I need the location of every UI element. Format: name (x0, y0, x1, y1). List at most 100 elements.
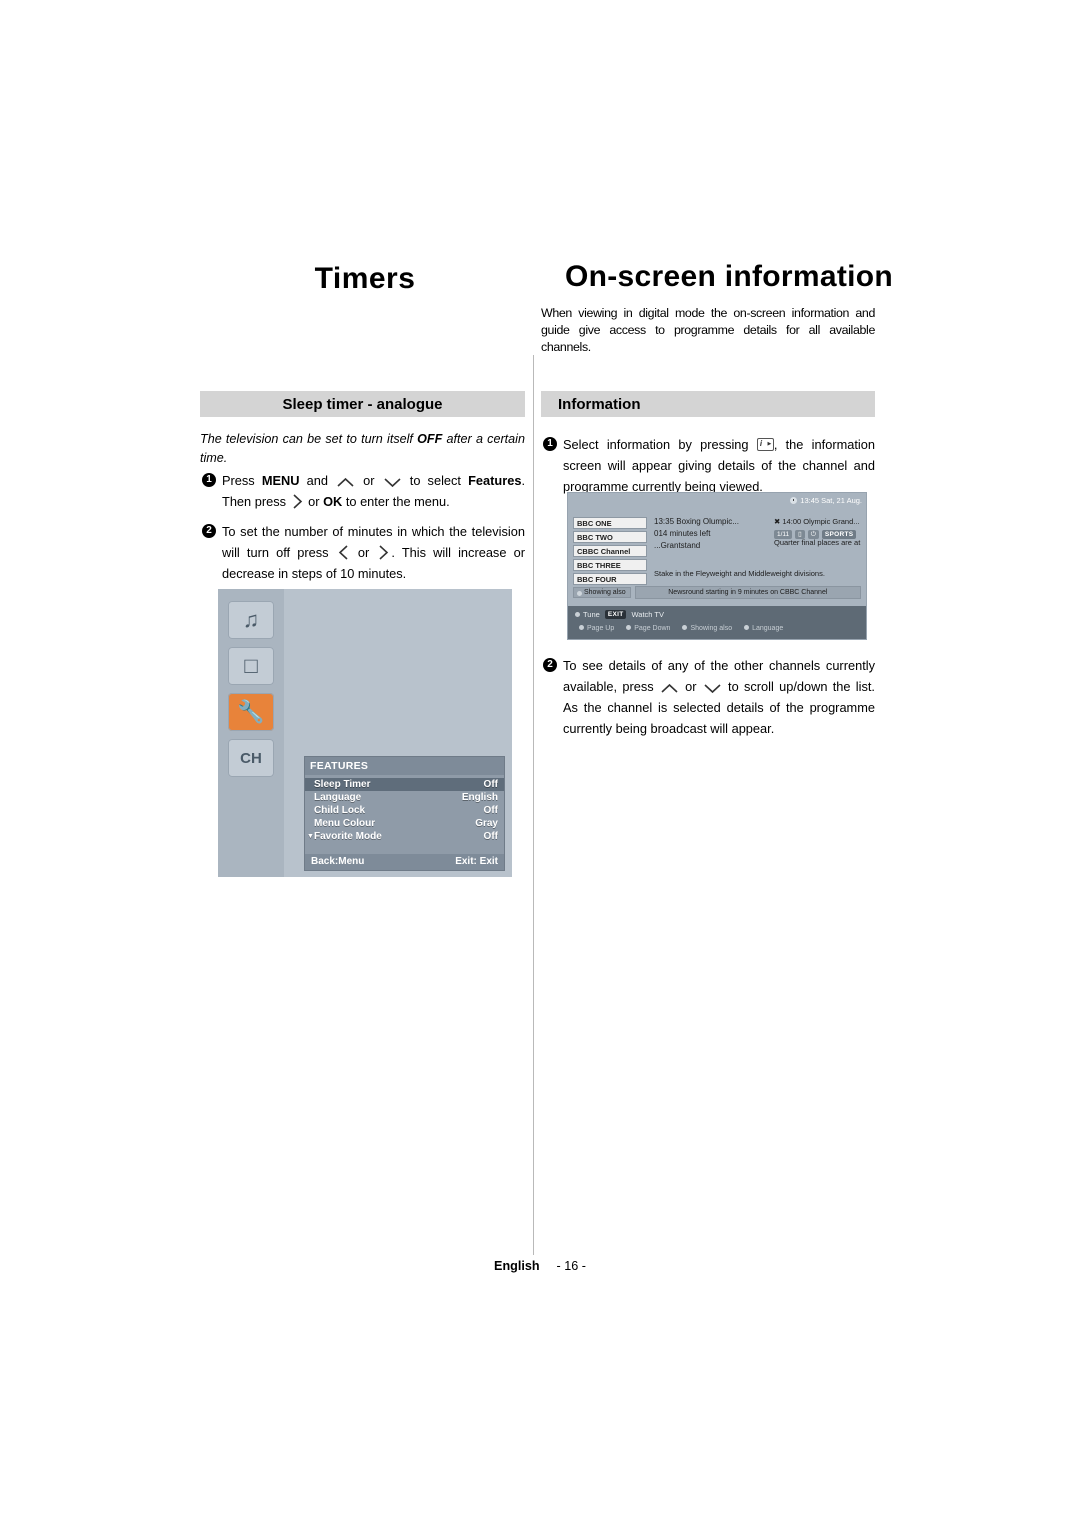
osd-foot-pageup[interactable]: Page Up (587, 625, 614, 632)
tv-menu-screenshot: ♫ □ 🔧 CH FEATURES Sleep Timer Off Langua… (218, 589, 512, 877)
osd-programme-now: 13:35 Boxing Olumpic... (654, 517, 739, 526)
section-bar-sleep-timer-label: Sleep timer - analogue (282, 395, 443, 413)
menu-row-menu-colour-label: Menu Colour (314, 818, 376, 829)
s2-t2: or (350, 545, 377, 560)
menu-row-menu-colour-value: Gray (475, 818, 498, 829)
r1-t1: Select information by pressing (563, 437, 757, 452)
desc-off: OFF (417, 432, 443, 446)
s1-menu: MENU (261, 473, 300, 488)
s1-ok: OK (323, 494, 343, 509)
menu-row-language-value: English (461, 792, 498, 803)
osd-channel-list: BBC ONE BBC TWO CBBC Channel BBC THREE B… (573, 517, 647, 587)
clock-icon (790, 497, 798, 504)
features-menu-window: FEATURES Sleep Timer Off Language Englis… (304, 756, 505, 871)
osd-screenshot: 13:45 Sat, 21 Aug. BBC ONE BBC TWO CBBC … (567, 492, 867, 640)
features-menu-footer-exit: Exit: Exit (455, 856, 498, 867)
music-note-icon: ♫ (228, 601, 274, 639)
menu-row-favorite-mode-label: Favorite Mode (314, 831, 382, 842)
osd-programme-prev: ...Grantstand (654, 541, 701, 550)
s1-t7: to enter the menu. (342, 494, 450, 509)
menu-row-sleep-timer-label: Sleep Timer (314, 779, 371, 790)
pagedown-dot-icon (626, 625, 632, 630)
right-arrow-icon (293, 494, 302, 509)
osd-channel-row[interactable]: CBBC Channel (573, 545, 647, 557)
step-number-2: 2 (202, 524, 216, 538)
menu-row-sleep-timer-value: Off (483, 779, 498, 790)
menu-row-language-label: Language (314, 792, 362, 803)
down-arrow-icon-2 (704, 684, 721, 694)
osd-footer-row1: Tune EXIT Watch TV (575, 610, 664, 619)
osd-quarter-text: Quarter final places are at (774, 538, 861, 547)
section-bar-information-label: Information (558, 395, 641, 413)
osd-showing-bar: Showing also Newsround starting in 9 min… (573, 586, 861, 599)
column-divider (533, 355, 534, 1255)
menu-row-menu-colour[interactable]: Menu Colour Gray (305, 817, 504, 830)
sleep-timer-description: The television can be set to turn itself… (200, 430, 525, 468)
osd-foot-pagedown[interactable]: Page Down (634, 625, 670, 632)
osd-channel-row[interactable]: BBC THREE (573, 559, 647, 571)
menu-row-sleep-timer[interactable]: Sleep Timer Off (305, 778, 504, 791)
osd-footer: Tune EXIT Watch TV Page Up Page Down Sho… (568, 606, 866, 639)
s1-t2: and (299, 473, 336, 488)
features-menu-footer-back: Back:Menu (311, 856, 365, 867)
section-bar-information: Information (541, 391, 875, 417)
right-step-2: 2 To see details of any of the other cha… (543, 655, 875, 739)
document-page: Timers On-screen information When viewin… (0, 0, 1080, 1527)
s1-features: Features (468, 473, 522, 488)
pageup-dot-icon (579, 625, 584, 630)
up-arrow-icon-2 (661, 683, 678, 693)
wrench-icon: 🔧 (228, 693, 274, 731)
page-footer: English - 16 - (0, 1259, 1080, 1273)
info-key-icon (756, 438, 774, 451)
osd-channel-row[interactable]: BBC FOUR (573, 573, 647, 585)
left-step-1: 1 Press MENU and or to select Features. … (202, 470, 525, 512)
desc-part-1: The television can be set to turn itself (200, 432, 418, 446)
tune-dot-icon (575, 612, 580, 617)
osd-time-left: 014 minutes left (654, 529, 711, 538)
down-arrow-icon (384, 478, 401, 488)
right-step-1: 1 Select information by pressing , the i… (543, 434, 875, 497)
right-step-2-body: To see details of any of the other chann… (563, 655, 875, 739)
s1-t6: or (304, 494, 324, 509)
up-arrow-icon (337, 477, 354, 487)
showing-dot-icon (682, 625, 688, 630)
x-icon: ✖ (774, 517, 781, 526)
left-step-1-body: Press MENU and or to select Features. Th… (222, 470, 525, 512)
s1-t1: Press (222, 473, 262, 488)
right-arrow-icon-2 (379, 545, 389, 560)
menu-row-child-lock[interactable]: Child Lock Off (305, 804, 504, 817)
osd-showing-label: Showing also (573, 587, 631, 598)
osd-stake-text: Stake in the Fleyweight and Middleweight… (654, 569, 825, 578)
osd-foot-showing[interactable]: Showing also (690, 625, 732, 632)
osd-next-title: 14:00 Olympic Grand... (782, 517, 860, 526)
osd-foot-language[interactable]: Language (752, 625, 783, 632)
menu-row-favorite-mode-value: Off (483, 831, 498, 842)
osd-clock-text: 13:45 Sat, 21 Aug. (800, 496, 862, 505)
right-step-number-2: 2 (543, 658, 557, 672)
osd-showing-text: Newsround starting in 9 minutes on CBBC … (634, 586, 861, 599)
page-title-left: Timers (314, 262, 416, 295)
osd-footer-row2: Page Up Page Down Showing also Language (579, 625, 783, 632)
s1-t3: or (356, 473, 382, 488)
features-menu-footer: Back:Menu Exit: Exit (305, 854, 504, 870)
menu-row-language[interactable]: Language English (305, 791, 504, 804)
footer-page-number: - 16 - (556, 1259, 586, 1273)
osd-foot-exit-button[interactable]: EXIT (604, 610, 627, 619)
menu-row-favorite-mode[interactable]: Favorite Mode Off (305, 830, 504, 843)
left-step-2: 2 To set the number of minutes in which … (202, 521, 525, 584)
osd-foot-tune[interactable]: Tune (583, 610, 600, 619)
osd-foot-watch[interactable]: Watch TV (631, 610, 664, 619)
osd-channel-row[interactable]: BBC TWO (573, 531, 647, 543)
language-dot-icon (744, 625, 750, 630)
intro-paragraph: When viewing in digital mode the on-scre… (541, 306, 875, 354)
osd-channel-row[interactable]: BBC ONE (573, 517, 647, 529)
s1-t4: to select (402, 473, 469, 488)
left-step-2-body: To set the number of minutes in which th… (222, 521, 525, 584)
right-step-number-1: 1 (543, 437, 557, 451)
left-arrow-icon (338, 545, 348, 560)
picture-icon: □ (228, 647, 274, 685)
menu-row-child-lock-label: Child Lock (314, 805, 366, 816)
channel-icon: CH (228, 739, 274, 777)
right-step-1-body: Select information by pressing , the inf… (563, 434, 875, 497)
section-bar-sleep-timer: Sleep timer - analogue (200, 391, 525, 417)
